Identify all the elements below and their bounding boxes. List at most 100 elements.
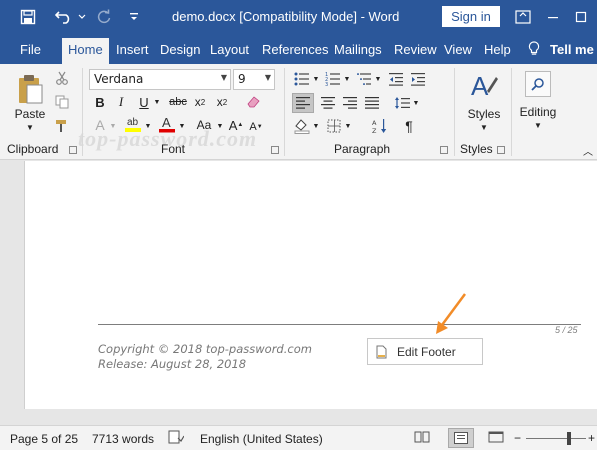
- show-formatting-marks-icon[interactable]: ¶: [400, 116, 418, 136]
- redo-icon[interactable]: [92, 5, 116, 29]
- borders-dropdown-icon[interactable]: ▼: [344, 120, 352, 132]
- clipboard-group-label: Clipboard: [7, 142, 59, 156]
- bullets-icon[interactable]: [292, 70, 312, 88]
- font-name-dropdown-icon[interactable]: ▼: [221, 73, 227, 82]
- save-icon[interactable]: [16, 5, 40, 29]
- italic-icon[interactable]: I: [114, 93, 128, 111]
- font-dialog-launcher-icon[interactable]: [271, 146, 279, 154]
- font-size-dropdown-icon[interactable]: ▼: [265, 73, 271, 82]
- align-center-icon[interactable]: [318, 93, 338, 113]
- grow-font-icon[interactable]: A ▲: [228, 116, 244, 134]
- bold-icon[interactable]: B: [92, 93, 108, 111]
- line-spacing-icon[interactable]: [392, 93, 412, 113]
- text-effects-icon[interactable]: A: [92, 116, 108, 134]
- highlight-dropdown-icon[interactable]: ▼: [143, 120, 153, 132]
- read-mode-icon[interactable]: [414, 430, 430, 447]
- multilevel-list-icon[interactable]: [354, 70, 374, 88]
- document-title: demo.docx [Compatibility Mode] - Word: [172, 9, 400, 24]
- font-name-box[interactable]: Verdana ▼: [89, 69, 231, 90]
- svg-text:A: A: [162, 115, 171, 130]
- tab-file[interactable]: File: [20, 42, 41, 57]
- bullets-dropdown-icon[interactable]: ▼: [312, 73, 320, 85]
- line-spacing-dropdown-icon[interactable]: ▼: [412, 97, 420, 109]
- footer-separator: [98, 324, 581, 325]
- increase-indent-icon[interactable]: [408, 70, 428, 88]
- copy-icon[interactable]: [54, 94, 70, 110]
- tell-me-search[interactable]: Tell me: [550, 42, 594, 57]
- numbering-dropdown-icon[interactable]: ▼: [343, 73, 351, 85]
- font-color-icon[interactable]: A: [158, 114, 176, 134]
- text-effects-dropdown-icon[interactable]: ▼: [108, 120, 118, 132]
- sort-icon[interactable]: AZ: [370, 116, 390, 136]
- clipboard-dialog-launcher-icon[interactable]: [69, 146, 77, 154]
- align-left-icon[interactable]: [292, 93, 314, 113]
- superscript-icon[interactable]: x2: [214, 93, 230, 111]
- shading-icon[interactable]: [292, 116, 312, 136]
- paragraph-dialog-launcher-icon[interactable]: [440, 146, 448, 154]
- align-right-icon[interactable]: [340, 93, 360, 113]
- justify-icon[interactable]: [362, 93, 382, 113]
- tab-layout[interactable]: Layout: [210, 42, 249, 57]
- proofing-icon[interactable]: [168, 430, 185, 447]
- change-case-dropdown-icon[interactable]: ▼: [215, 120, 225, 132]
- tab-view[interactable]: View: [444, 42, 472, 57]
- format-painter-icon[interactable]: [54, 118, 70, 134]
- strikethrough-icon[interactable]: abc: [168, 93, 188, 111]
- zoom-slider[interactable]: [526, 438, 586, 439]
- document-page[interactable]: 5 / 25 Copyright © 2018 top-password.com…: [24, 161, 597, 409]
- underline-icon[interactable]: U: [136, 93, 152, 111]
- page-count[interactable]: Page 5 of 25: [10, 432, 78, 446]
- font-size-box[interactable]: 9 ▼: [233, 69, 275, 90]
- multilevel-dropdown-icon[interactable]: ▼: [374, 73, 382, 85]
- maximize-icon[interactable]: [568, 5, 594, 29]
- shading-dropdown-icon[interactable]: ▼: [312, 120, 320, 132]
- editing-button[interactable]: Editing: [516, 104, 560, 120]
- undo-dropdown-icon[interactable]: [76, 5, 88, 29]
- language-indicator[interactable]: English (United States): [200, 432, 323, 446]
- word-count[interactable]: 7713 words: [92, 432, 154, 446]
- decrease-indent-icon[interactable]: [386, 70, 406, 88]
- quick-access-toolbar: [16, 0, 146, 34]
- tab-help[interactable]: Help: [484, 42, 511, 57]
- shrink-font-icon[interactable]: A ▼: [248, 118, 264, 136]
- editing-dropdown-icon[interactable]: ▼: [531, 120, 545, 130]
- subscript-icon[interactable]: x2: [192, 93, 208, 111]
- lightbulb-icon[interactable]: [526, 41, 542, 57]
- underline-dropdown-icon[interactable]: ▼: [152, 96, 162, 108]
- sign-in-button[interactable]: Sign in: [442, 6, 500, 27]
- zoom-out-icon[interactable]: −: [514, 431, 521, 445]
- styles-icon[interactable]: A: [468, 70, 500, 104]
- font-color-dropdown-icon[interactable]: ▼: [177, 120, 187, 132]
- text-highlight-icon[interactable]: ab: [124, 114, 142, 134]
- styles-dropdown-icon[interactable]: ▼: [477, 122, 491, 132]
- collapse-ribbon-icon[interactable]: ︿: [582, 144, 594, 158]
- change-case-icon[interactable]: Aa: [192, 116, 216, 134]
- search-icon[interactable]: [525, 71, 551, 97]
- web-layout-icon[interactable]: [488, 430, 504, 447]
- ribbon-display-options-icon[interactable]: [510, 5, 536, 29]
- styles-dialog-launcher-icon[interactable]: [497, 146, 505, 154]
- tab-home[interactable]: Home: [62, 38, 109, 64]
- minimize-icon[interactable]: [540, 5, 566, 29]
- zoom-slider-handle[interactable]: [567, 432, 571, 445]
- borders-icon[interactable]: [324, 116, 344, 136]
- tab-review[interactable]: Review: [394, 42, 437, 57]
- paste-button[interactable]: Paste: [10, 106, 50, 122]
- tab-mailings[interactable]: Mailings: [334, 42, 382, 57]
- clear-formatting-icon[interactable]: [244, 93, 262, 111]
- print-layout-icon[interactable]: [448, 428, 474, 448]
- styles-button[interactable]: Styles: [462, 106, 506, 122]
- cut-icon[interactable]: [54, 70, 70, 86]
- undo-icon[interactable]: [52, 5, 76, 29]
- footer-copyright-text: Copyright © 2018 top-password.com: [98, 342, 312, 356]
- paste-dropdown-icon[interactable]: ▼: [23, 122, 37, 132]
- zoom-in-icon[interactable]: +: [588, 431, 595, 445]
- tab-references[interactable]: References: [262, 42, 328, 57]
- customize-qat-icon[interactable]: [122, 5, 146, 29]
- paragraph-group-label: Paragraph: [334, 142, 391, 156]
- paste-icon[interactable]: [14, 72, 46, 106]
- tab-design[interactable]: Design: [160, 42, 200, 57]
- numbering-icon[interactable]: 123: [323, 70, 343, 88]
- tab-insert[interactable]: Insert: [116, 42, 149, 57]
- edit-footer-button[interactable]: Edit Footer: [367, 338, 483, 365]
